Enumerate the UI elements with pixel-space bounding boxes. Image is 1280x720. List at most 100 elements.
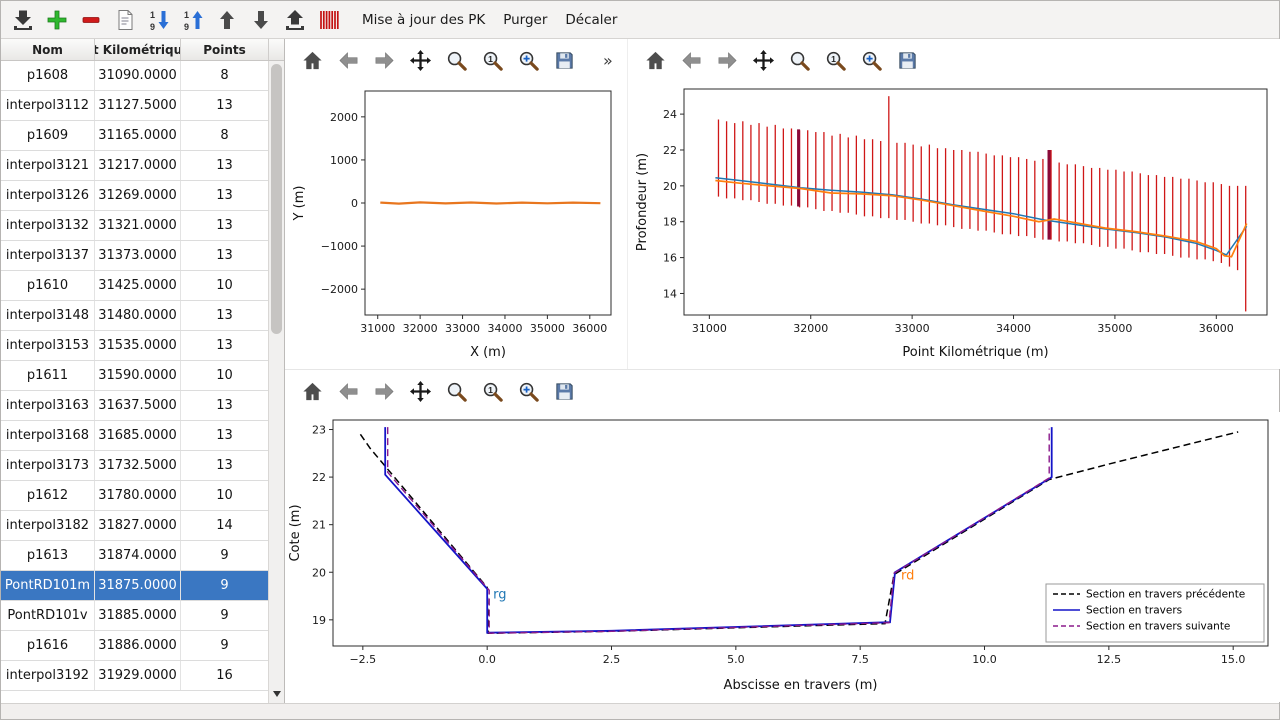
row-name: interpol3148 (1, 301, 95, 330)
menu-item-purger[interactable]: Purger (494, 12, 556, 28)
x-tick-label: 34000 (996, 322, 1031, 335)
back-button[interactable] (678, 47, 705, 74)
table-row[interactable]: interpol317331732.500013 (1, 451, 269, 481)
row-name: p1612 (1, 481, 95, 510)
sort-descending-button[interactable]: 19 (143, 4, 175, 36)
row-points: 10 (181, 481, 269, 510)
zoom-button[interactable] (443, 378, 470, 405)
row-pk: 31165.0000 (95, 121, 181, 150)
forward-button[interactable] (371, 47, 398, 74)
row-points: 16 (181, 661, 269, 690)
x-tick-label: 5.0 (727, 653, 745, 666)
column-header-pk[interactable]: t Kilométriqu (95, 39, 181, 60)
row-points: 13 (181, 211, 269, 240)
row-name: p1613 (1, 541, 95, 570)
home-button[interactable] (299, 47, 326, 74)
zoom-button[interactable] (786, 47, 813, 74)
cross-section-chart-canvas[interactable]: −2.50.02.55.07.510.012.515.01920212223Ab… (285, 412, 1280, 702)
move-down-button[interactable] (245, 4, 277, 36)
plan-view-panel: 1 » 310003200033000340003500036000−2000−1… (285, 39, 627, 369)
home-button[interactable] (642, 47, 669, 74)
profile-plot-toolbar: 1 (628, 39, 1280, 81)
svg-text:1: 1 (488, 385, 493, 395)
save-figure-button[interactable] (551, 47, 578, 74)
table-row[interactable]: interpol312631269.000013 (1, 181, 269, 211)
x-tick-label: 0.0 (478, 653, 496, 666)
document-button[interactable] (109, 4, 141, 36)
forward-button[interactable] (371, 378, 398, 405)
table-row[interactable]: interpol313231321.000013 (1, 211, 269, 241)
profile-panel: 1 31000320003300034000350003600014161820… (627, 39, 1280, 369)
sections-button[interactable] (313, 4, 345, 36)
zoom-rect-button[interactable] (858, 47, 885, 74)
y-axis-label: Profondeur (m) (635, 153, 650, 251)
zoom-plus-icon (860, 49, 883, 72)
pan-button[interactable] (750, 47, 777, 74)
table-row[interactable]: p161031425.000010 (1, 271, 269, 301)
row-pk: 31685.0000 (95, 421, 181, 450)
column-header-nom[interactable]: Nom (1, 39, 95, 60)
row-points: 13 (181, 181, 269, 210)
remove-section-button[interactable] (75, 4, 107, 36)
table-row[interactable]: p161131590.000010 (1, 361, 269, 391)
row-points: 13 (181, 421, 269, 450)
zoom-rect-button[interactable] (515, 47, 542, 74)
column-header-points[interactable]: Points (181, 39, 269, 60)
svg-text:9: 9 (150, 22, 155, 32)
save-figure-button[interactable] (551, 378, 578, 405)
menu-item-d-caler[interactable]: Décaler (556, 12, 626, 28)
main-toolbar: 1919 Mise à jour des PKPurgerDécaler (1, 1, 1279, 39)
forward-button[interactable] (714, 47, 741, 74)
menu-item-mise-jour-des-pk[interactable]: Mise à jour des PK (353, 12, 494, 28)
table-row[interactable]: interpol319231929.000016 (1, 661, 269, 691)
table-row[interactable]: p160831090.00008 (1, 61, 269, 91)
zoom-one-icon: 1 (824, 49, 847, 72)
plan-chart-canvas[interactable]: 310003200033000340003500036000−2000−1000… (285, 81, 623, 369)
document-icon (113, 8, 137, 32)
table-row[interactable]: interpol316331637.500013 (1, 391, 269, 421)
profile-chart-canvas[interactable]: 3100032000330003400035000360001416182022… (628, 81, 1280, 369)
zoom-one-button[interactable]: 1 (479, 47, 506, 74)
table-row[interactable]: p161331874.00009 (1, 541, 269, 571)
table-row[interactable]: interpol312131217.000013 (1, 151, 269, 181)
table-row[interactable]: interpol316831685.000013 (1, 421, 269, 451)
import-button[interactable] (7, 4, 39, 36)
back-button[interactable] (335, 47, 362, 74)
y-tick-label: −1000 (321, 240, 358, 253)
table-row[interactable]: interpol314831480.000013 (1, 301, 269, 331)
table-row[interactable]: p161231780.000010 (1, 481, 269, 511)
move-up-button[interactable] (211, 4, 243, 36)
toolbar-overflow-chevron[interactable]: » (603, 51, 613, 70)
table-row[interactable]: interpol313731373.000013 (1, 241, 269, 271)
pan-button[interactable] (407, 378, 434, 405)
table-row[interactable]: PontRD101m31875.00009 (1, 571, 269, 601)
table-row[interactable]: p160931165.00008 (1, 121, 269, 151)
table-row[interactable]: p161631886.00009 (1, 631, 269, 661)
scrollbar-down-button[interactable] (269, 687, 284, 701)
forward-icon (716, 49, 739, 72)
sort-ascending-button[interactable]: 19 (177, 4, 209, 36)
table-row[interactable]: interpol311231127.500013 (1, 91, 269, 121)
zoom-rect-button[interactable] (515, 378, 542, 405)
table-row[interactable]: interpol318231827.000014 (1, 511, 269, 541)
pan-icon (409, 49, 432, 72)
row-pk: 31425.0000 (95, 271, 181, 300)
back-button[interactable] (335, 378, 362, 405)
home-button[interactable] (299, 378, 326, 405)
zoom-one-button[interactable]: 1 (479, 378, 506, 405)
table-row[interactable]: interpol315331535.000013 (1, 331, 269, 361)
zoom-one-button[interactable]: 1 (822, 47, 849, 74)
table-row[interactable]: PontRD101v31885.00009 (1, 601, 269, 631)
save-figure-button[interactable] (894, 47, 921, 74)
scrollbar-thumb[interactable] (271, 64, 282, 334)
row-pk: 31875.0000 (95, 571, 181, 600)
x-tick-label: 32000 (793, 322, 828, 335)
add-section-button[interactable] (41, 4, 73, 36)
y-tick-label: 21 (312, 519, 326, 532)
pan-button[interactable] (407, 47, 434, 74)
y-axis-label: Y (m) (292, 186, 307, 222)
zoom-button[interactable] (443, 47, 470, 74)
save-icon (553, 49, 576, 72)
table-scrollbar[interactable] (268, 61, 284, 703)
export-button[interactable] (279, 4, 311, 36)
